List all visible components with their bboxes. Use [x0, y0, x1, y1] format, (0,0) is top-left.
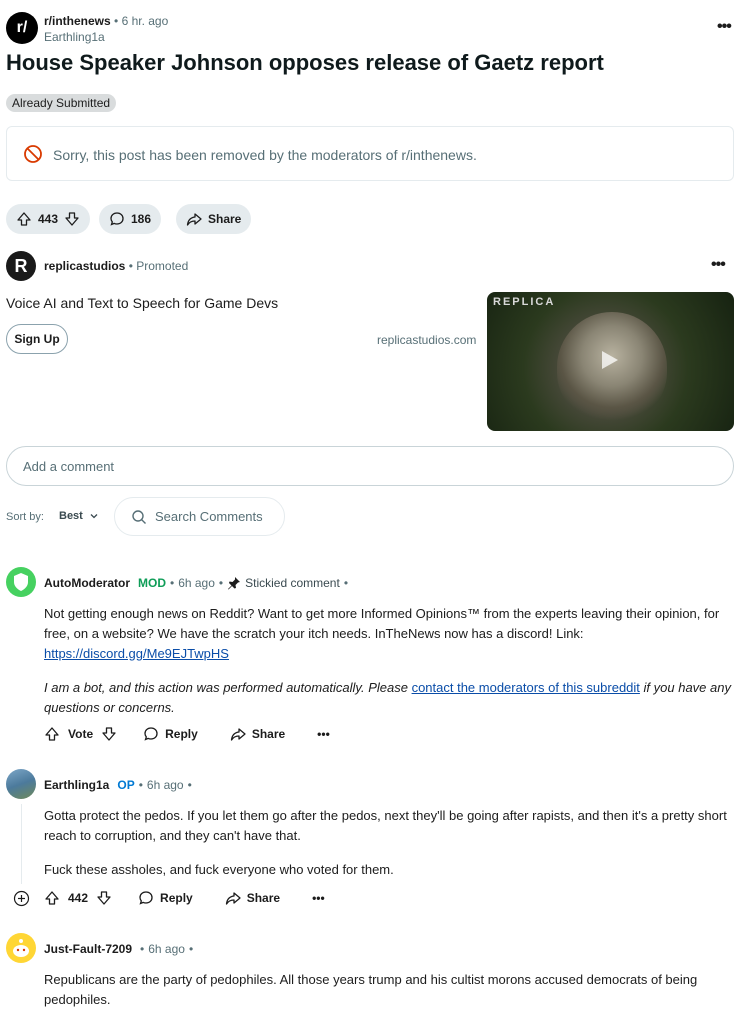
share-button[interactable]: Share [247, 891, 280, 905]
advertiser-name[interactable]: replicastudios [44, 259, 125, 273]
discord-link[interactable]: https://discord.gg/Me9EJTwpHS [44, 646, 229, 661]
more-options-icon[interactable]: ••• [312, 891, 325, 905]
post-flair[interactable]: Already Submitted [6, 94, 117, 112]
ad-video-thumbnail[interactable]: REPLICA [487, 292, 734, 431]
post-overflow-menu-icon[interactable]: ••• [717, 18, 732, 36]
comment-body: Fuck these assholes, and fuck everyone w… [44, 862, 394, 877]
upvote-icon[interactable] [16, 211, 32, 227]
promoted-tag: Promoted [136, 259, 189, 273]
play-icon[interactable] [600, 349, 620, 371]
upvote-icon[interactable] [44, 890, 60, 906]
comment-score: 442 [68, 891, 89, 905]
upvote-icon[interactable] [44, 726, 60, 742]
comment-body: Republicans are the party of pedophiles.… [44, 972, 698, 1007]
subreddit-avatar[interactable]: r/ [6, 12, 38, 44]
ad-meta: replicastudios • Promoted [44, 259, 189, 273]
downvote-icon[interactable] [101, 726, 117, 742]
post-title: House Speaker Johnson opposes release of… [6, 50, 604, 75]
ad-overflow-menu-icon[interactable]: ••• [711, 256, 726, 274]
comment-count: 186 [131, 212, 152, 226]
avatar[interactable] [6, 769, 36, 799]
removed-notice: Sorry, this post has been removed by the… [6, 126, 734, 181]
share-label: Share [208, 212, 242, 226]
pin-icon [227, 576, 241, 590]
search-comments-input[interactable]: Search Comments [114, 497, 285, 536]
comment-age: 6h ago [178, 576, 215, 590]
avatar[interactable] [6, 567, 36, 597]
share-button[interactable]: Share [252, 727, 285, 741]
reply-icon[interactable] [138, 890, 154, 906]
post-meta: r/inthenews • 6 hr. ago [44, 14, 169, 28]
comment-body: Gotta protect the pedos. If you let them… [44, 808, 727, 843]
subreddit-link[interactable]: r/inthenews [44, 14, 111, 28]
mod-badge: MOD [138, 576, 166, 590]
reply-button[interactable]: Reply [165, 727, 198, 741]
post-score: 443 [38, 212, 59, 226]
comment-body: Not getting enough news on Reddit? Want … [44, 604, 734, 664]
comment-age: 6h ago [148, 942, 185, 956]
search-icon [131, 509, 147, 525]
comment-actions: Vote Reply Share ••• [44, 726, 330, 742]
advertiser-avatar[interactable]: R [6, 251, 36, 281]
sort-value: Best [59, 510, 83, 522]
sort-dropdown[interactable]: Best [59, 510, 99, 522]
post-vote-bar: 443 [6, 204, 91, 234]
search-comments-placeholder: Search Comments [155, 509, 263, 524]
vote-label: Vote [68, 727, 94, 741]
comment-age: 6h ago [146, 778, 184, 792]
comment-header: Just-Fault-7209 • 6h ago • [44, 942, 194, 956]
share-button[interactable]: Share [176, 204, 252, 234]
more-options-icon[interactable]: ••• [317, 727, 330, 741]
reply-icon[interactable] [143, 726, 159, 742]
post-author[interactable]: Earthling1a [44, 30, 105, 44]
removed-notice-text: Sorry, this post has been removed by the… [53, 147, 477, 163]
comment-header: Earthling1a OP • 6h ago • [44, 778, 192, 792]
comment-author[interactable]: Just-Fault-7209 [44, 942, 132, 956]
share-arrow-icon [186, 211, 202, 227]
avatar[interactable] [6, 933, 36, 963]
share-arrow-icon[interactable] [230, 726, 246, 742]
chevron-down-icon [89, 511, 99, 521]
ad-domain[interactable]: replicastudios.com [377, 333, 476, 347]
ad-image-logo: REPLICA [493, 296, 556, 308]
downvote-icon[interactable] [96, 890, 112, 906]
add-comment-input[interactable]: Add a comment [6, 446, 734, 486]
bot-disclaimer: I am a bot, and this action was performe… [44, 680, 731, 715]
comment-header: AutoModerator MOD • 6h ago • Stickied co… [44, 576, 349, 590]
share-arrow-icon[interactable] [225, 890, 241, 906]
contact-mods-link[interactable]: contact the moderators of this subreddit [412, 680, 640, 695]
comment-bubble-icon [109, 211, 125, 227]
comment-actions: 442 Reply Share ••• [44, 890, 325, 906]
thread-line[interactable] [21, 804, 22, 884]
comment-author[interactable]: AutoModerator [44, 576, 130, 590]
expand-thread-icon[interactable] [13, 890, 30, 907]
reply-button[interactable]: Reply [160, 891, 193, 905]
stickied-label: Stickied comment [245, 576, 340, 590]
sort-label: Sort by: [6, 511, 44, 523]
comment-text: Not getting enough news on Reddit? Want … [44, 606, 720, 641]
op-badge: OP [117, 778, 135, 792]
comment-author[interactable]: Earthling1a [44, 778, 109, 792]
downvote-icon[interactable] [64, 211, 80, 227]
comments-button[interactable]: 186 [99, 204, 162, 234]
ad-headline[interactable]: Voice AI and Text to Speech for Game Dev… [6, 295, 278, 311]
prohibited-icon [23, 144, 43, 164]
ad-signup-button[interactable]: Sign Up [6, 324, 68, 354]
post-age: 6 hr. ago [121, 14, 169, 28]
